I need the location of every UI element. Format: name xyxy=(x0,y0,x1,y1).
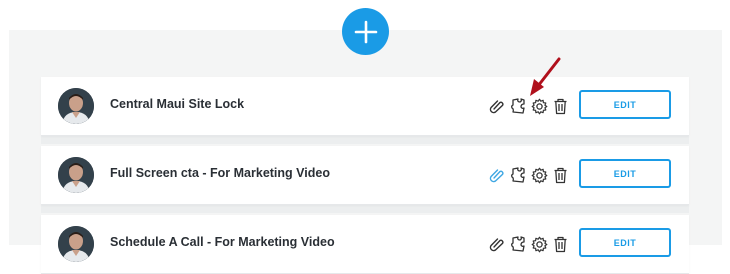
puzzle-icon[interactable] xyxy=(509,234,527,254)
paperclip-icon[interactable] xyxy=(488,165,506,185)
avatar xyxy=(58,88,94,124)
item-actions xyxy=(488,234,569,254)
edit-button[interactable]: EDIT xyxy=(579,228,671,257)
edit-button[interactable]: EDIT xyxy=(579,90,671,119)
item-title: Schedule A Call - For Marketing Video xyxy=(110,235,335,249)
plus-icon xyxy=(354,20,377,43)
list-item: Central Maui Site Lock EDIT xyxy=(41,77,689,136)
gear-icon[interactable] xyxy=(530,234,548,254)
gear-icon[interactable] xyxy=(530,165,548,185)
trash-icon[interactable] xyxy=(551,234,569,254)
annotation-arrow xyxy=(530,57,561,96)
paperclip-icon[interactable] xyxy=(488,96,506,116)
avatar xyxy=(58,226,94,262)
item-actions xyxy=(488,165,569,185)
trash-icon[interactable] xyxy=(551,165,569,185)
paperclip-icon[interactable] xyxy=(488,234,506,254)
item-title: Central Maui Site Lock xyxy=(110,97,245,111)
avatar xyxy=(58,157,94,193)
item-title: Full Screen cta - For Marketing Video xyxy=(110,166,330,180)
puzzle-icon[interactable] xyxy=(509,165,527,185)
add-item-button[interactable] xyxy=(342,8,389,55)
list-item: Full Screen cta - For Marketing Video ED… xyxy=(41,146,689,205)
edit-button[interactable]: EDIT xyxy=(579,159,671,188)
